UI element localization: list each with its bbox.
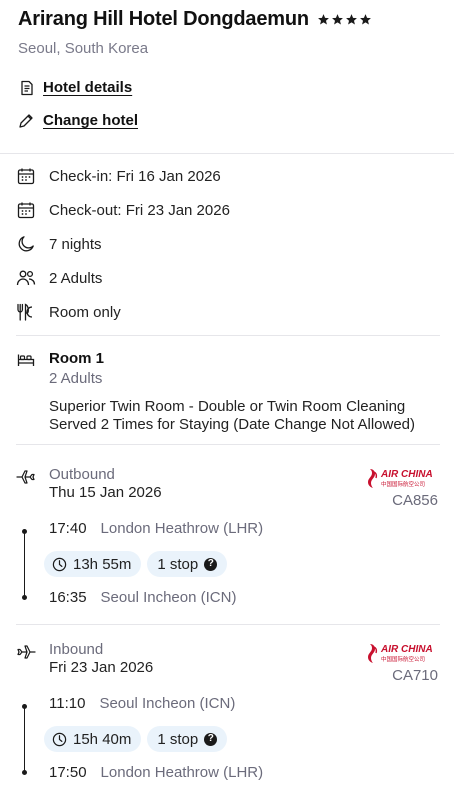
- clock-icon: [52, 732, 67, 746]
- plane-departure-icon: [16, 468, 36, 486]
- arrival-time: 16:35: [49, 589, 87, 606]
- outbound-label: Outbound: [49, 466, 115, 483]
- duration-text: 15h 40m: [73, 730, 132, 748]
- outbound-arrival: 16:35 Seoul Incheon (ICN): [49, 589, 236, 606]
- airline-subname: 中国国际航空公司: [381, 655, 425, 663]
- stops-text: 1 stop: [157, 730, 199, 748]
- nights-row: 7 nights: [16, 234, 102, 254]
- clock-icon: [52, 557, 67, 571]
- divider: [16, 444, 440, 445]
- outbound-date: Thu 15 Jan 2026: [49, 484, 162, 501]
- timeline-line: [24, 532, 25, 597]
- cutlery-icon: [16, 302, 36, 322]
- outbound-flight-number: CA856: [392, 492, 438, 509]
- question-icon[interactable]: ?: [204, 732, 218, 746]
- star-icon: [331, 14, 343, 25]
- hotel-title-row: Arirang Hill Hotel Dongdaemun: [18, 8, 438, 31]
- duration-chip: 13h 55m: [44, 551, 142, 577]
- departure-time: 11:10: [49, 695, 86, 712]
- outbound-departure: 17:40 London Heathrow (LHR): [49, 520, 263, 537]
- question-icon[interactable]: ?: [204, 557, 218, 571]
- star-icon: [345, 14, 357, 25]
- departure-airport: London Heathrow (LHR): [100, 520, 264, 537]
- document-icon: [18, 80, 34, 96]
- airline-subname: 中国国际航空公司: [381, 480, 425, 488]
- stops-text: 1 stop: [157, 555, 199, 573]
- bed-icon: [17, 352, 35, 368]
- plane-arrival-icon: [16, 643, 36, 661]
- arrival-time: 17:50: [49, 764, 87, 781]
- airline-name: AIR CHINA: [380, 644, 433, 655]
- divider: [0, 153, 454, 154]
- hotel-details-link[interactable]: Hotel details: [18, 79, 132, 96]
- inbound-departure: 11:10 Seoul Incheon (ICN): [49, 695, 235, 712]
- hotel-name: Arirang Hill Hotel Dongdaemun: [18, 8, 309, 30]
- airline-name: AIR CHINA: [380, 469, 433, 480]
- hotel-details-label: Hotel details: [43, 79, 133, 96]
- departure-airport: Seoul Incheon (ICN): [99, 695, 236, 712]
- room-guests: 2 Adults: [49, 370, 103, 387]
- star-icon: [317, 14, 329, 25]
- outbound-chips: 13h 55m 1 stop ?: [44, 551, 228, 577]
- arrival-airport: London Heathrow (LHR): [100, 764, 264, 781]
- arrival-airport: Seoul Incheon (ICN): [100, 589, 237, 606]
- inbound-label: Inbound: [49, 641, 104, 658]
- duration-chip: 15h 40m: [44, 726, 142, 752]
- check-in-text: Check-in: Fri 16 Jan 2026: [49, 167, 221, 185]
- hotel-header: Arirang Hill Hotel Dongdaemun Seoul, Sou…: [18, 8, 438, 57]
- change-hotel-link[interactable]: Change hotel: [18, 112, 138, 129]
- stops-chip[interactable]: 1 stop ?: [147, 551, 228, 577]
- stops-chip[interactable]: 1 stop ?: [147, 726, 228, 752]
- hotel-location: Seoul, South Korea: [18, 40, 149, 57]
- inbound-flight-number: CA710: [392, 667, 438, 684]
- check-out-row: Check-out: Fri 23 Jan 2026: [16, 200, 230, 220]
- board-row: Room only: [16, 302, 121, 322]
- people-icon: [16, 268, 36, 288]
- divider: [16, 624, 440, 625]
- inbound-date: Fri 23 Jan 2026: [49, 659, 154, 676]
- pencil-icon: [18, 113, 34, 129]
- airline-logo: AIR CHINA 中国国际航空公司: [366, 641, 438, 665]
- departure-time: 17:40: [49, 520, 87, 537]
- duration-text: 13h 55m: [73, 555, 132, 573]
- star-rating: [317, 13, 372, 26]
- timeline-dot: [22, 595, 27, 600]
- room-description: Superior Twin Room - Double or Twin Room…: [49, 398, 416, 433]
- timeline-dot: [22, 770, 27, 775]
- airline-logo: AIR CHINA 中国国际航空公司: [366, 466, 438, 490]
- inbound-arrival: 17:50 London Heathrow (LHR): [49, 764, 263, 781]
- board-text: Room only: [49, 303, 121, 321]
- divider: [16, 335, 440, 336]
- change-hotel-label: Change hotel: [43, 112, 139, 129]
- guests-text: 2 Adults: [49, 269, 103, 287]
- timeline-line: [24, 707, 25, 772]
- calendar-icon: [16, 200, 36, 220]
- inbound-chips: 15h 40m 1 stop ?: [44, 726, 228, 752]
- calendar-icon: [16, 166, 36, 186]
- check-out-text: Check-out: Fri 23 Jan 2026: [49, 201, 230, 219]
- moon-icon: [16, 234, 36, 254]
- star-icon: [359, 14, 371, 25]
- nights-text: 7 nights: [49, 235, 102, 253]
- check-in-row: Check-in: Fri 16 Jan 2026: [16, 166, 221, 186]
- room-title: Room 1: [49, 350, 105, 367]
- guests-row: 2 Adults: [16, 268, 102, 288]
